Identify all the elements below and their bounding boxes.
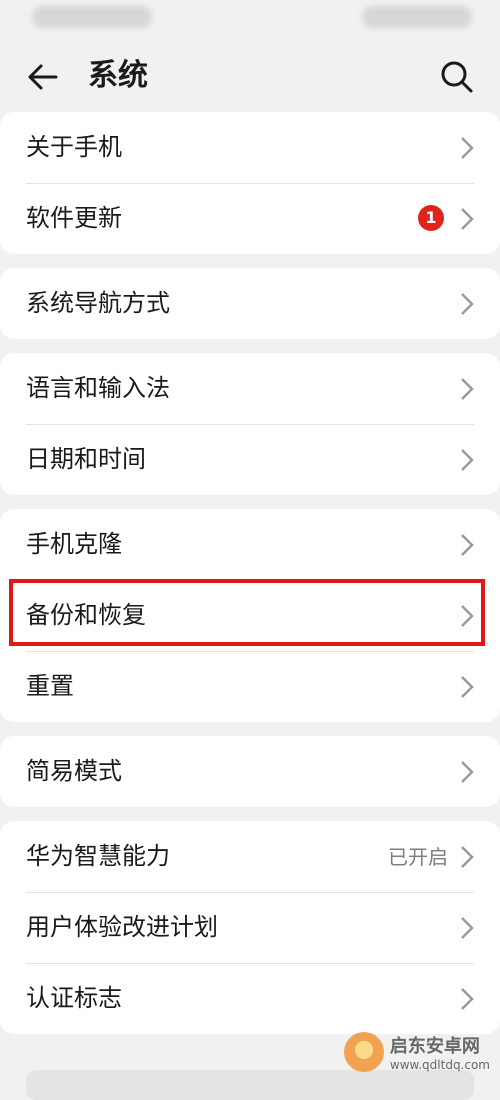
settings-item-label: 华为智慧能力	[26, 842, 170, 870]
settings-item-system-navigation[interactable]: 系统导航方式	[0, 268, 500, 339]
settings-item-label: 简易模式	[26, 757, 122, 785]
chevron-right-icon	[461, 378, 474, 400]
settings-group-navigation: 系统导航方式	[0, 268, 500, 339]
highlight-box	[9, 579, 485, 646]
settings-item-label: 关于手机	[26, 133, 122, 161]
chevron-right-icon	[461, 137, 474, 159]
header: 系统	[0, 38, 500, 112]
update-badge: 1	[418, 205, 444, 231]
divider	[26, 651, 474, 652]
chevron-right-icon	[461, 208, 474, 230]
settings-group-about: 关于手机 软件更新 1	[0, 112, 500, 254]
chevron-right-icon	[461, 534, 474, 556]
settings-item-label: 日期和时间	[26, 445, 146, 473]
chevron-right-icon	[461, 846, 474, 868]
next-group-peek	[26, 1070, 474, 1100]
status-bar	[0, 0, 500, 38]
watermark-logo-icon	[343, 1032, 384, 1072]
search-icon[interactable]	[440, 60, 474, 94]
divider	[26, 892, 474, 893]
settings-item-software-update[interactable]: 软件更新 1	[0, 183, 500, 254]
chevron-right-icon	[461, 293, 474, 315]
status-icons-right	[362, 6, 472, 28]
settings-group-simple-mode: 简易模式	[0, 736, 500, 807]
settings-item-about-phone[interactable]: 关于手机	[0, 112, 500, 183]
chevron-right-icon	[461, 449, 474, 471]
settings-item-simple-mode[interactable]: 简易模式	[0, 736, 500, 807]
settings-item-label: 软件更新	[26, 204, 122, 232]
settings-item-date-time[interactable]: 日期和时间	[0, 424, 500, 495]
settings-item-language-input[interactable]: 语言和输入法	[0, 353, 500, 424]
chevron-right-icon	[461, 676, 474, 698]
watermark-url: www.qdltdq.com	[389, 1058, 490, 1072]
watermark-name: 启东安卓网	[389, 1036, 480, 1057]
status-value: 已开启	[388, 845, 448, 869]
watermark: 启东安卓网 www.qdltdq.com	[343, 1032, 490, 1072]
settings-item-certification[interactable]: 认证标志	[0, 963, 500, 1034]
settings-item-label: 手机克隆	[26, 530, 122, 558]
page-title: 系统	[88, 58, 148, 93]
settings-item-label: 认证标志	[26, 984, 122, 1012]
settings-item-huawei-ai[interactable]: 华为智慧能力 已开启	[0, 821, 500, 892]
divider	[26, 424, 474, 425]
settings-item-label: 系统导航方式	[26, 289, 170, 317]
settings-group-language-time: 语言和输入法 日期和时间	[0, 353, 500, 495]
settings-item-label: 用户体验改进计划	[26, 913, 218, 941]
back-arrow-icon[interactable]	[26, 60, 60, 94]
chevron-right-icon	[461, 761, 474, 783]
divider	[26, 963, 474, 964]
settings-item-reset[interactable]: 重置	[0, 651, 500, 722]
chevron-right-icon	[461, 917, 474, 939]
status-icons-left	[32, 6, 152, 28]
settings-item-user-experience[interactable]: 用户体验改进计划	[0, 892, 500, 963]
chevron-right-icon	[461, 988, 474, 1010]
settings-group-huawei: 华为智慧能力 已开启 用户体验改进计划 认证标志	[0, 821, 500, 1034]
divider	[26, 183, 474, 184]
settings-item-phone-clone[interactable]: 手机克隆	[0, 509, 500, 580]
settings-item-label: 重置	[26, 672, 74, 700]
settings-item-label: 语言和输入法	[26, 374, 170, 402]
